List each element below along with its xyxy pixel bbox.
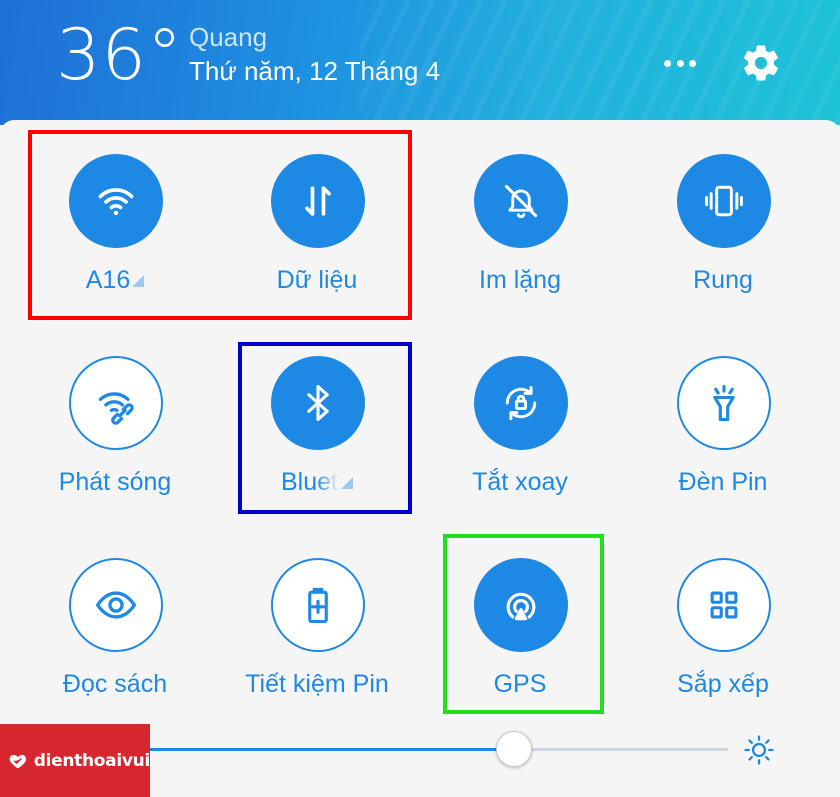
expand-triangle-icon — [132, 275, 145, 287]
hotspot-icon — [98, 392, 134, 425]
vibrate-toggle[interactable] — [677, 154, 771, 248]
rotation-lock-icon — [505, 385, 537, 421]
wifi-toggle[interactable] — [69, 154, 163, 248]
tile-label: GPS — [493, 670, 547, 698]
heart-hands-logo-icon — [9, 754, 27, 768]
rotation-lock-toggle[interactable] — [474, 356, 568, 450]
location-label: Quang — [189, 22, 268, 52]
location-icon — [506, 592, 536, 621]
tile-label: Phát sóng — [58, 468, 172, 496]
temperature-value: 36° — [56, 14, 184, 96]
date-label: Thứ năm, 12 Tháng 4 — [189, 56, 441, 86]
reading-mode-toggle[interactable] — [69, 558, 163, 652]
silent-toggle[interactable] — [474, 154, 568, 248]
bluetooth-toggle[interactable] — [271, 356, 365, 450]
gear-icon[interactable] — [740, 42, 782, 84]
tile-mobile-data[interactable]: Dữ liệu — [217, 120, 417, 320]
tile-label: Tắt xoay — [472, 468, 568, 496]
mobile-data-icon — [305, 186, 331, 216]
tile-silent[interactable]: Im lặng — [420, 120, 620, 320]
tile-bluetooth[interactable]: Blueto — [217, 322, 417, 522]
wifi-icon — [98, 188, 134, 216]
watermark-logo: dienthoaivui — [0, 724, 150, 797]
tile-label: Im lặng — [479, 266, 561, 294]
tile-label: Đèn Pin — [678, 468, 768, 496]
tile-label: A16 — [15, 266, 215, 295]
tile-rotation-lock[interactable]: Tắt xoay — [420, 322, 620, 522]
tile-label: Blueto — [217, 468, 417, 497]
expand-triangle-icon — [341, 477, 353, 489]
tile-arrange[interactable]: Sắp xếp — [623, 524, 823, 724]
watermark-text: dienthoaivui — [33, 750, 151, 771]
tile-label: Đọc sách — [62, 670, 168, 698]
flashlight-toggle[interactable] — [677, 356, 771, 450]
tile-hotspot[interactable]: Phát sóng — [15, 322, 215, 522]
sun-icon[interactable] — [742, 733, 776, 767]
brightness-slider-track[interactable] — [98, 748, 728, 751]
tile-wifi[interactable]: A16 — [15, 120, 215, 320]
grid-icon — [710, 591, 738, 619]
notification-header: 36° Quang Thứ năm, 12 Tháng 4 — [0, 0, 840, 125]
tile-gps[interactable]: GPS — [420, 524, 620, 724]
brightness-slider-fill — [98, 748, 514, 751]
battery-saver-toggle[interactable] — [271, 558, 365, 652]
tile-label: Sắp xếp — [677, 670, 769, 698]
tile-label: Tiết kiệm Pin — [245, 670, 389, 698]
tile-label: Dữ liệu — [276, 266, 358, 294]
more-dots-icon[interactable] — [660, 50, 700, 76]
tile-battery-saver[interactable]: Tiết kiệm Pin — [217, 524, 417, 724]
gps-toggle[interactable] — [474, 558, 568, 652]
eye-icon — [95, 591, 137, 619]
hotspot-toggle[interactable] — [69, 356, 163, 450]
brightness-slider-thumb[interactable] — [495, 731, 532, 767]
vibrate-icon — [705, 185, 743, 217]
tile-label: Rung — [693, 266, 753, 294]
battery-saver-icon — [308, 587, 328, 624]
bluetooth-icon — [307, 384, 329, 422]
tile-reading-mode[interactable]: Đọc sách — [15, 524, 215, 724]
mobile-data-toggle[interactable] — [271, 154, 365, 248]
tile-vibrate[interactable]: Rung — [623, 120, 823, 320]
tile-flashlight[interactable]: Đèn Pin — [623, 322, 823, 522]
flashlight-icon — [713, 384, 735, 422]
arrange-button[interactable] — [677, 558, 771, 652]
bell-off-icon — [504, 184, 538, 219]
